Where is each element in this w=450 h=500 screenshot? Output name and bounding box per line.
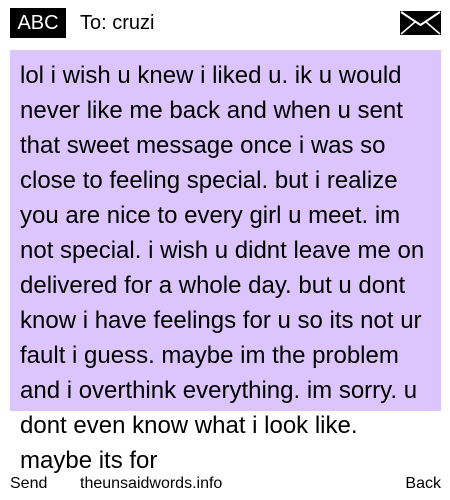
- site-label: theunsaidwords.info: [80, 475, 223, 492]
- envelope-icon: [400, 11, 441, 35]
- back-button[interactable]: Back: [405, 474, 441, 494]
- recipient-name: cruzi: [112, 12, 155, 34]
- send-button[interactable]: Send: [10, 474, 47, 494]
- softkey-bar: Send theunsaidwords.info Back: [0, 474, 450, 500]
- input-mode-badge[interactable]: ABC: [10, 8, 66, 38]
- message-screen: ABC To: cruzi lol i wish u knew i liked …: [0, 0, 450, 500]
- message-body[interactable]: lol i wish u knew i liked u. ik u would …: [20, 58, 435, 478]
- recipient-field[interactable]: To: cruzi: [80, 11, 154, 35]
- to-label: To:: [80, 12, 107, 34]
- header: ABC To: cruzi: [0, 0, 450, 46]
